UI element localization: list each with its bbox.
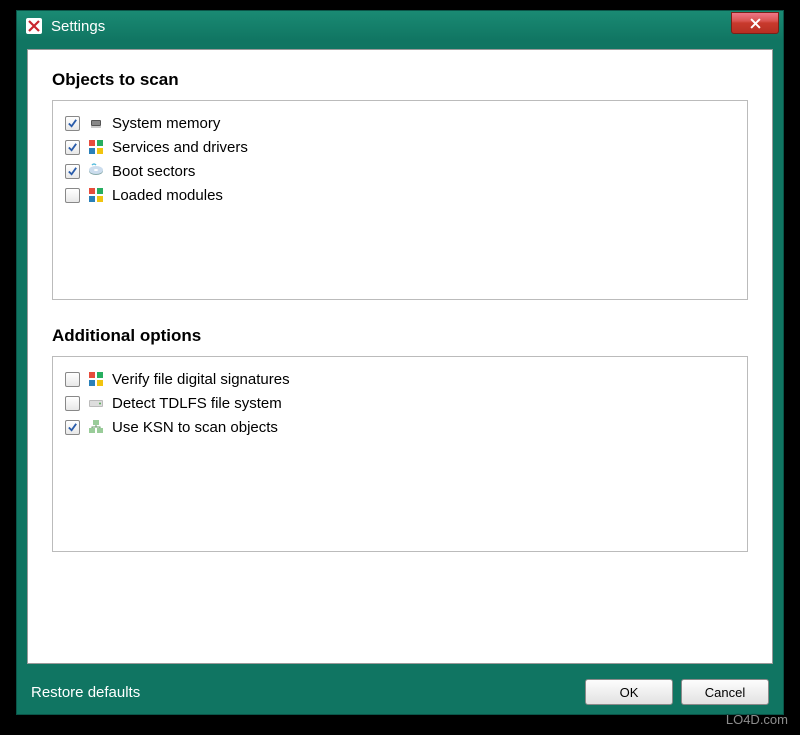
content-area: Objects to scan System memory Services a… <box>27 49 773 664</box>
additional-list: Verify file digital signatures Detect TD… <box>52 356 748 552</box>
checkbox-verify-signatures[interactable] <box>65 372 80 387</box>
item-label: Detect TDLFS file system <box>112 395 282 412</box>
list-item: Verify file digital signatures <box>65 367 735 391</box>
checkbox-boot-sectors[interactable] <box>65 164 80 179</box>
ok-button[interactable]: OK <box>585 679 673 705</box>
settings-window: Settings Objects to scan System memory S… <box>16 10 784 715</box>
objects-list: System memory Services and drivers Boot … <box>52 100 748 300</box>
item-label: Services and drivers <box>112 139 248 156</box>
list-item: System memory <box>65 111 735 135</box>
app-icon <box>25 17 43 35</box>
checkbox-use-ksn[interactable] <box>65 420 80 435</box>
chip-icon <box>86 113 106 133</box>
restore-defaults-link[interactable]: Restore defaults <box>31 684 577 701</box>
list-item: Services and drivers <box>65 135 735 159</box>
close-button[interactable] <box>731 12 779 34</box>
item-label: System memory <box>112 115 220 132</box>
list-item: Boot sectors <box>65 159 735 183</box>
windows-icon <box>86 137 106 157</box>
list-item: Use KSN to scan objects <box>65 415 735 439</box>
item-label: Loaded modules <box>112 187 223 204</box>
list-item: Detect TDLFS file system <box>65 391 735 415</box>
footer: Restore defaults OK Cancel <box>17 670 783 714</box>
section-title-additional: Additional options <box>52 326 748 346</box>
window-title: Settings <box>51 18 731 35</box>
hdd-icon <box>86 393 106 413</box>
network-icon <box>86 417 106 437</box>
checkbox-system-memory[interactable] <box>65 116 80 131</box>
item-label: Verify file digital signatures <box>112 371 290 388</box>
checkbox-services-drivers[interactable] <box>65 140 80 155</box>
checkbox-loaded-modules[interactable] <box>65 188 80 203</box>
titlebar: Settings <box>17 11 783 41</box>
cancel-button[interactable]: Cancel <box>681 679 769 705</box>
disk-icon <box>86 161 106 181</box>
list-item: Loaded modules <box>65 183 735 207</box>
item-label: Use KSN to scan objects <box>112 419 278 436</box>
section-title-objects: Objects to scan <box>52 70 748 90</box>
windows-icon <box>86 185 106 205</box>
checkbox-detect-tdlfs[interactable] <box>65 396 80 411</box>
windows-icon <box>86 369 106 389</box>
item-label: Boot sectors <box>112 163 195 180</box>
close-icon <box>750 18 761 29</box>
